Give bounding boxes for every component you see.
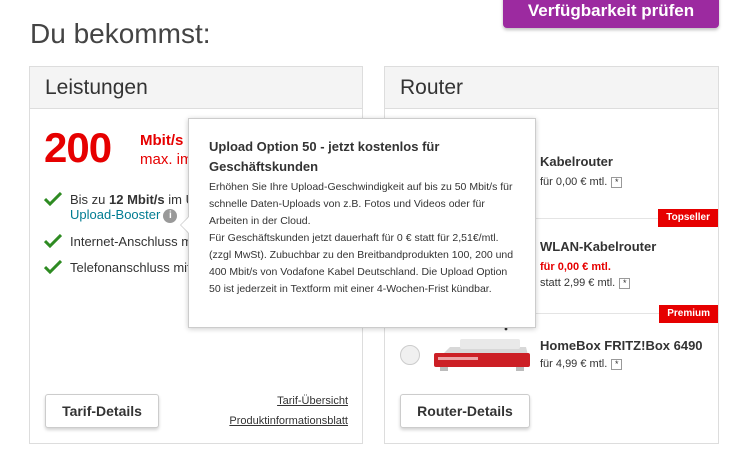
router-name: WLAN-Kabelrouter <box>540 239 657 254</box>
speed-value: 200 <box>44 124 112 171</box>
feature-bold-text: 12 Mbit/s <box>109 192 165 207</box>
router-name: HomeBox FRITZ!Box 6490 <box>540 338 703 353</box>
footnote-star[interactable]: * <box>611 358 623 370</box>
tooltip-title: Upload Option 50 - jetzt kostenlos für G… <box>209 139 440 174</box>
router-old-price: statt 2,99 € mtl. * <box>540 277 631 289</box>
speed-block: 200 Mbit/s max. im D <box>44 124 208 171</box>
topseller-badge: Topseller <box>658 209 718 227</box>
router-price-text: für 0,00 € mtl. <box>540 176 608 188</box>
page-title: Du bekommst: <box>30 18 211 49</box>
upload-option-tooltip: Upload Option 50 - jetzt kostenlos für G… <box>188 118 536 328</box>
feature-text: Internet-Anschluss m <box>70 233 193 249</box>
router-price: für 0,00 € mtl. <box>540 261 611 273</box>
router-radio[interactable] <box>400 345 420 365</box>
check-icon <box>44 192 62 206</box>
router-price-red: für 0,00 € mtl. <box>540 261 611 273</box>
info-icon[interactable]: i <box>163 208 178 223</box>
tooltip-arrow-inner <box>181 216 190 234</box>
feature-item-internet: Internet-Anschluss m <box>44 233 195 249</box>
product-info-link[interactable]: Produktinformationsblatt <box>229 415 348 427</box>
feature-item-phone: Telefonanschluss mit <box>44 259 195 275</box>
router-details-button[interactable]: Router-Details <box>400 394 530 428</box>
tarif-details-button[interactable]: Tarif-Details <box>45 394 159 428</box>
leistungen-title: Leistungen <box>30 67 362 109</box>
speed-unit: Mbit/s <box>140 132 184 149</box>
feature-text: Bis zu <box>70 192 110 207</box>
router-old-price-text: statt 2,99 € mtl. <box>540 277 616 289</box>
tooltip-body: Erhöhen Sie Ihre Upload-Geschwindigkeit … <box>209 181 514 295</box>
check-icon <box>44 233 62 248</box>
upload-booster-link[interactable]: Upload-Booster <box>70 207 160 222</box>
check-icon <box>44 259 62 274</box>
router-price: für 4,99 € mtl. * <box>540 358 623 370</box>
feature-list: Bis zu 12 Mbit/s im U Upload-Booster i In… <box>44 192 195 286</box>
tarif-overview-link[interactable]: Tarif-Übersicht <box>277 395 348 407</box>
premium-badge: Premium <box>659 305 718 323</box>
check-availability-button[interactable]: Verfügbarkeit prüfen <box>503 0 719 28</box>
router-price-text: für 4,99 € mtl. <box>540 358 608 370</box>
router-title: Router <box>385 67 718 109</box>
router-name: Kabelrouter <box>540 154 613 169</box>
footnote-star[interactable]: * <box>611 176 623 188</box>
feature-item-upload: Bis zu 12 Mbit/s im U Upload-Booster i <box>44 192 195 223</box>
footnote-star[interactable]: * <box>619 277 631 289</box>
router-price: für 0,00 € mtl. * <box>540 176 623 188</box>
feature-text: Telefonanschluss mit <box>70 259 191 275</box>
